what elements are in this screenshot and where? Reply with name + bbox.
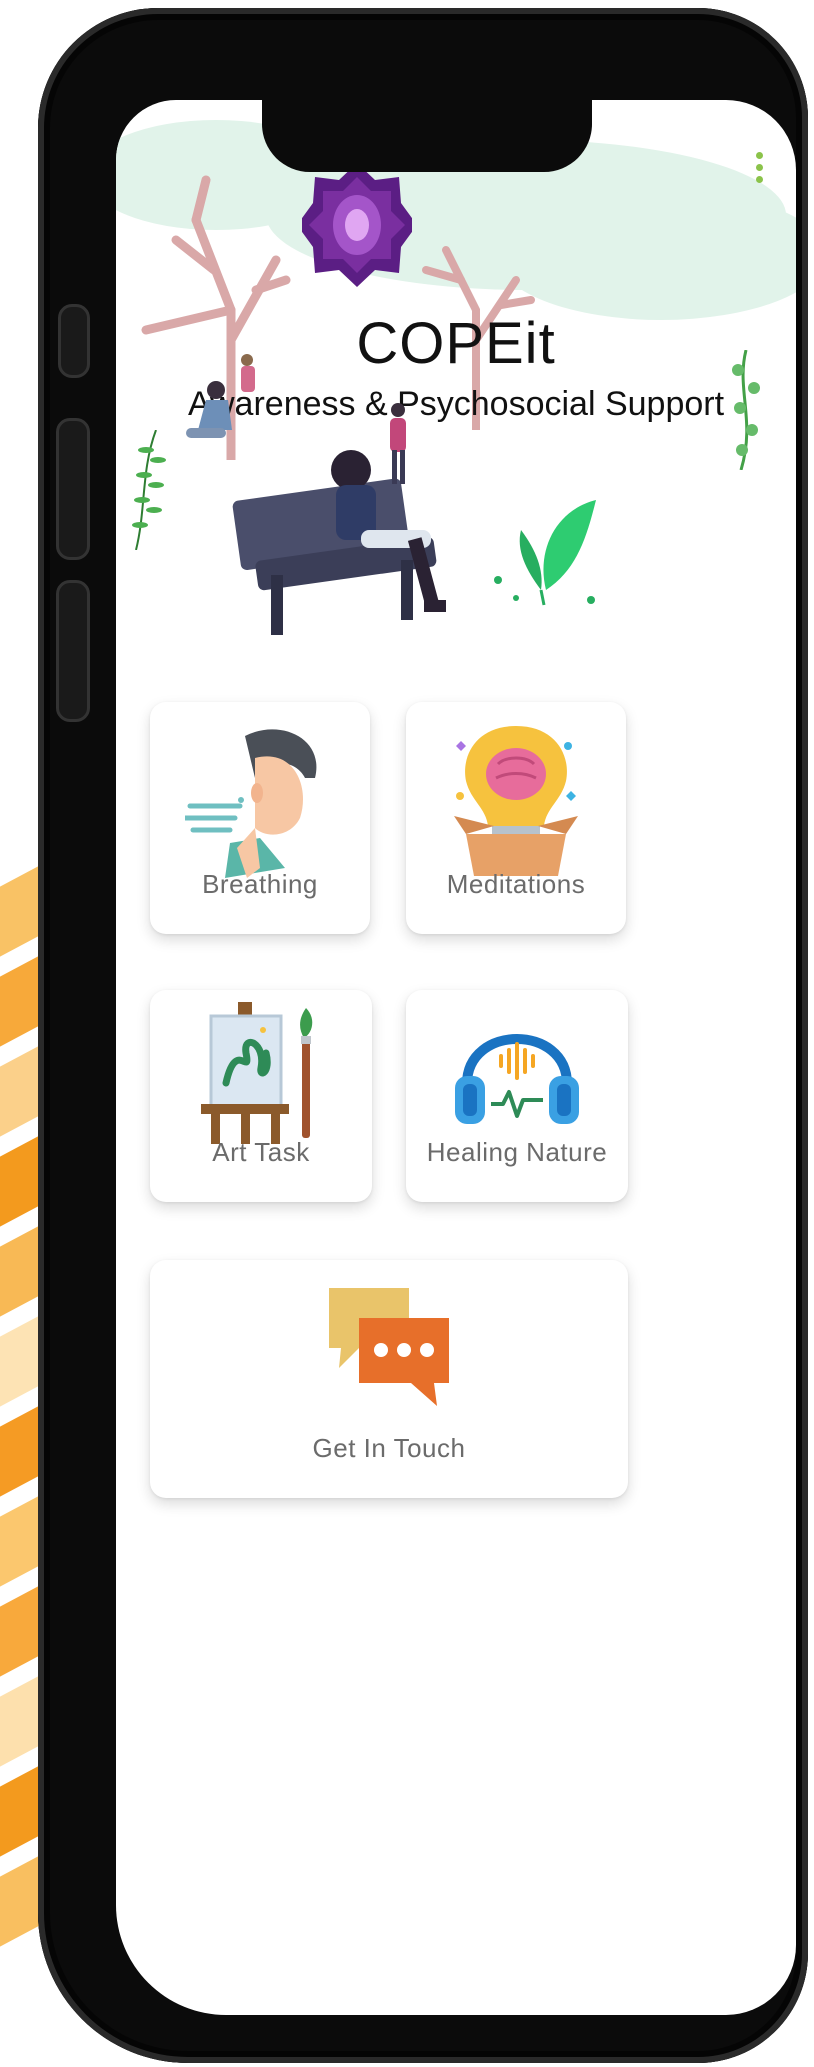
app-screen: COPEit Awareness & Psychosocial Support [116, 100, 796, 2015]
headphones-sound-icon [455, 1034, 579, 1124]
volume-down-button [56, 580, 90, 722]
phone-notch [262, 100, 592, 172]
get-in-touch-card[interactable]: Get In Touch [150, 1260, 628, 1498]
plant-illustration [494, 500, 596, 606]
breathing-card[interactable]: Breathing [150, 702, 370, 934]
person-illustration [390, 403, 406, 484]
art-task-card[interactable]: Art Task [150, 990, 372, 1202]
card-label: Breathing [202, 869, 318, 899]
volume-up-button [56, 418, 90, 560]
vine-illustration [732, 350, 760, 470]
breathing-person-icon [185, 729, 317, 878]
copeit-logo [302, 163, 412, 287]
meditations-card[interactable]: Meditations [406, 702, 626, 934]
card-label: Get In Touch [312, 1433, 466, 1463]
action-button [58, 304, 90, 378]
brain-lightbulb-icon [454, 726, 578, 876]
fern-illustration [132, 430, 166, 550]
chat-bubbles-icon [329, 1288, 449, 1406]
background-cloud [496, 190, 796, 320]
card-label: Meditations [446, 869, 586, 899]
card-label: Healing Nature [426, 1137, 608, 1167]
more-vert-icon[interactable] [756, 152, 766, 183]
healing-nature-card[interactable]: Healing Nature [406, 990, 628, 1202]
person-illustration [241, 354, 255, 392]
card-label: Art Task [212, 1137, 310, 1167]
easel-painting-icon [201, 1002, 313, 1144]
person-on-bench-illustration [232, 450, 446, 635]
